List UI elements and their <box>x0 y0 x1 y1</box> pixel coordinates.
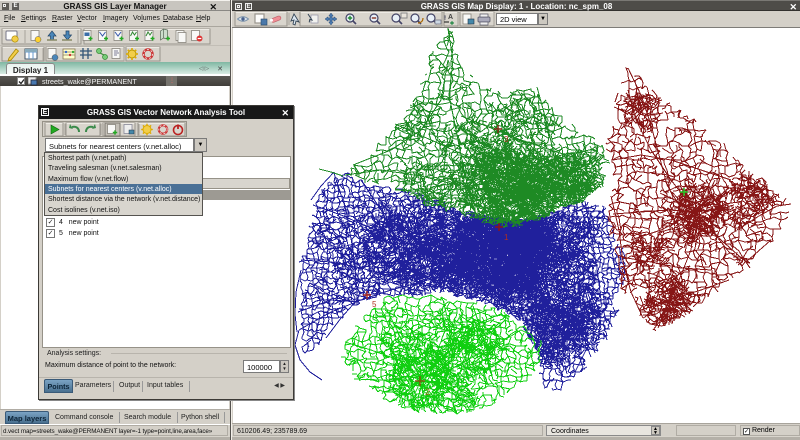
svg-text:1: 1 <box>504 233 509 242</box>
svg-text:5: 5 <box>372 300 377 309</box>
svg-text:3: 3 <box>504 135 509 144</box>
svg-text:A: A <box>448 14 453 21</box>
svg-text:2: 2 <box>425 387 430 397</box>
